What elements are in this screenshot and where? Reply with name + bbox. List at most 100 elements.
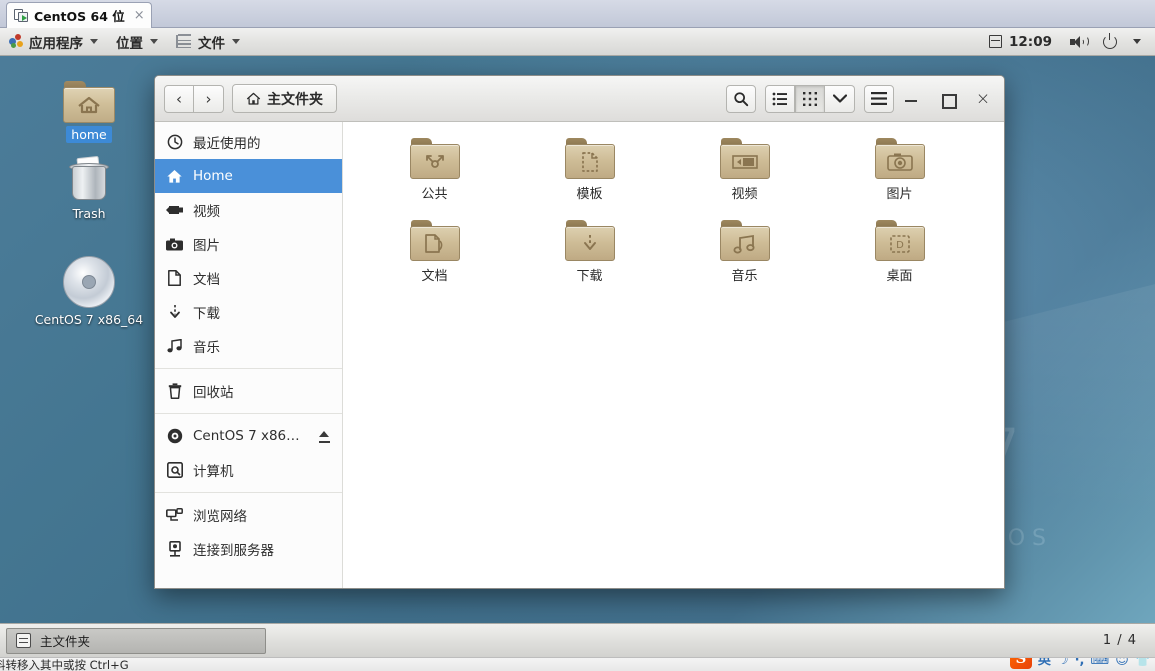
sidebar-item-music[interactable]: 音乐 — [155, 329, 342, 363]
sidebar-item-videos-label: 视频 — [193, 204, 220, 220]
clock-icon — [166, 134, 183, 151]
sidebar-item-network[interactable]: 浏览网络 — [155, 498, 342, 532]
menu-places[interactable]: 位置 — [107, 28, 167, 56]
home-icon — [166, 168, 183, 185]
eject-icon[interactable] — [318, 430, 331, 443]
maximize-button[interactable] — [939, 91, 957, 109]
server-connect-icon — [166, 541, 183, 558]
file-item-public[interactable]: 公共 — [357, 138, 512, 220]
file-item-pictures[interactable]: 图片 — [822, 138, 977, 220]
music-note-icon — [166, 338, 183, 355]
window-titlebar: ‹ › 主文件夹 × — [155, 76, 1004, 122]
sidebar-item-videos[interactable]: 视频 — [155, 193, 342, 227]
file-list-area[interactable]: 公共 模板 视频 图片 文档 下载 音乐 D 桌面 — [343, 122, 1004, 588]
file-item-desktop[interactable]: D 桌面 — [822, 220, 977, 302]
sidebar-item-computer[interactable]: 计算机 — [155, 453, 342, 487]
video-camera-icon — [166, 202, 183, 219]
window-list-taskbar: 主文件夹 1 / 4 — [0, 623, 1155, 657]
home-icon — [246, 92, 261, 105]
chevron-right-icon: › — [205, 89, 212, 108]
menu-files[interactable]: 文件 — [167, 28, 249, 56]
sidebar-item-downloads[interactable]: 下载 — [155, 295, 342, 329]
desktop-icon-trash[interactable]: Trash — [41, 155, 137, 222]
sidebar-item-pictures-label: 图片 — [193, 238, 220, 254]
ime-lang-button[interactable]: 英 — [1038, 658, 1051, 669]
sidebar-item-disc-label: CentOS 7 x86… — [193, 428, 300, 444]
window-controls: × — [903, 90, 995, 109]
folder-music-icon — [719, 220, 770, 261]
vmware-tab-label: CentOS 64 位 — [34, 9, 125, 24]
sidebar-item-home-label: Home — [193, 168, 233, 184]
file-item-videos[interactable]: 视频 — [667, 138, 822, 220]
close-icon[interactable]: × — [134, 9, 145, 22]
system-menu-caret[interactable] — [1127, 28, 1147, 56]
clock-applet[interactable]: 12:09 — [981, 28, 1060, 56]
sidebar-divider — [155, 368, 342, 369]
sidebar-item-trash[interactable]: 回收站 — [155, 374, 342, 408]
file-item-pictures-label: 图片 — [886, 187, 913, 202]
speaker-icon — [1070, 35, 1089, 49]
desktop-icon-cdrom[interactable]: CentOS 7 x86_64 — [29, 256, 149, 328]
vmware-vm-tab[interactable]: CentOS 64 位 × — [6, 2, 152, 28]
breadcrumb-label: 主文件夹 — [267, 91, 323, 108]
hamburger-menu-icon — [871, 92, 887, 105]
sidebar-item-documents-label: 文档 — [193, 272, 220, 288]
vmware-tabbar: CentOS 64 位 × — [0, 0, 1155, 28]
file-item-templates[interactable]: 模板 — [512, 138, 667, 220]
computer-icon — [166, 462, 183, 479]
grid-view-icon — [803, 91, 817, 106]
calendar-icon — [989, 35, 1003, 48]
close-button[interactable]: × — [975, 90, 991, 107]
desktop-icon-home-label: home — [66, 126, 112, 143]
sidebar-item-recent[interactable]: 最近使用的 — [155, 125, 342, 159]
taskbar-window-button[interactable]: 主文件夹 — [6, 627, 266, 654]
sidebar-item-network-label: 浏览网络 — [193, 509, 247, 525]
grid-view-button[interactable] — [795, 84, 825, 113]
sidebar-item-computer-label: 计算机 — [193, 464, 234, 480]
chevron-down-icon — [1133, 39, 1141, 44]
ime-keyboard-icon[interactable]: ⌨ — [1090, 658, 1109, 669]
sidebar-item-documents[interactable]: 文档 — [155, 261, 342, 295]
sogou-ime-toolbar[interactable]: S 英 ☽ ·, ⌨ ☺ 👕 — [1009, 658, 1151, 669]
list-view-button[interactable] — [765, 84, 795, 113]
system-menu-button[interactable] — [1097, 28, 1123, 56]
file-item-documents[interactable]: 文档 — [357, 220, 512, 302]
ime-punctuation-icon[interactable]: ·, — [1075, 658, 1085, 669]
menu-files-label: 文件 — [198, 35, 225, 52]
file-item-music[interactable]: 音乐 — [667, 220, 822, 302]
ime-moon-icon[interactable]: ☽ — [1057, 658, 1069, 669]
clock-time: 12:09 — [1009, 33, 1052, 50]
forward-button[interactable]: › — [194, 84, 224, 113]
panel-status-area: 12:09 — [981, 28, 1155, 56]
search-icon — [734, 91, 749, 106]
sidebar-item-home[interactable]: Home — [155, 159, 342, 193]
file-item-downloads[interactable]: 下载 — [512, 220, 667, 302]
cdrom-icon — [63, 256, 115, 308]
file-item-documents-label: 文档 — [421, 269, 448, 284]
menu-group — [864, 84, 894, 113]
house-emblem-icon — [78, 96, 100, 114]
applications-icon — [9, 34, 24, 49]
ime-skin-icon[interactable]: 👕 — [1135, 658, 1151, 669]
menu-button[interactable] — [864, 84, 894, 113]
sidebar-item-recent-label: 最近使用的 — [193, 136, 261, 152]
file-item-music-label: 音乐 — [731, 269, 758, 284]
sidebar-item-disc[interactable]: CentOS 7 x86… — [155, 419, 342, 453]
folder-desktop-icon: D — [874, 220, 925, 261]
search-group — [726, 84, 756, 113]
camera-icon — [166, 236, 183, 253]
breadcrumb-home[interactable]: 主文件夹 — [232, 84, 337, 113]
minimize-button[interactable] — [903, 91, 919, 107]
view-options-button[interactable] — [825, 84, 855, 113]
search-button[interactable] — [726, 84, 756, 113]
workspace-indicator[interactable]: 1 / 4 — [1103, 633, 1149, 648]
menu-applications[interactable]: 应用程序 — [0, 28, 107, 56]
volume-button[interactable] — [1064, 28, 1093, 56]
desktop-icon-home[interactable]: home — [41, 81, 137, 143]
sidebar-item-connect-server-label: 连接到服务器 — [193, 543, 274, 559]
sidebar-item-connect-server[interactable]: 连接到服务器 — [155, 532, 342, 566]
ime-user-icon[interactable]: ☺ — [1115, 658, 1129, 669]
back-button[interactable]: ‹ — [164, 84, 194, 113]
sidebar-item-trash-label: 回收站 — [193, 385, 234, 401]
sidebar-item-pictures[interactable]: 图片 — [155, 227, 342, 261]
